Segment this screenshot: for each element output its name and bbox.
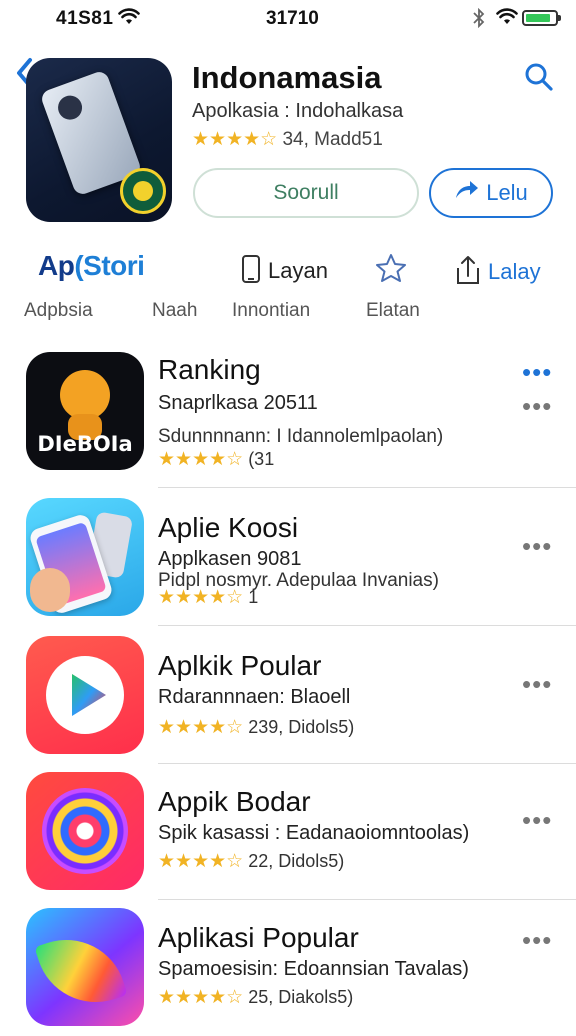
- list-item-description: Sdunnnnann: I Idannolemlpaolan): [158, 426, 444, 447]
- star-rating-icon: ★★★★☆: [158, 987, 244, 1008]
- list-item-title: Aplie Koosi: [158, 512, 299, 543]
- list-item[interactable]: Aplikasi Popular Spamoesisin: Edoannsian…: [0, 900, 576, 1036]
- app-title: Indonamasia: [192, 60, 382, 95]
- tab-bar: Ap(Stori Layan Lalay: [0, 244, 576, 292]
- subtab-item[interactable]: Naah: [152, 300, 197, 322]
- star-rating-icon: ★★★★☆: [158, 851, 244, 872]
- star-outline-icon: [374, 254, 408, 288]
- colorful-leaf-icon: [34, 924, 128, 1018]
- app-rating-text: 34, Madd51: [282, 129, 383, 150]
- app-icon[interactable]: [26, 636, 144, 754]
- list-item-subtitle: Snaprlkasa 20511: [158, 392, 318, 414]
- app-icon[interactable]: [26, 58, 172, 222]
- app-icon[interactable]: [26, 908, 144, 1026]
- list-item-title: Aplikasi Popular: [158, 922, 359, 953]
- app-icon[interactable]: [26, 498, 144, 616]
- app-subtitle: Apolkasia : Indohalkasa: [192, 100, 404, 122]
- list-item-title: Appik Bodar: [158, 786, 311, 817]
- list-item-subtitle: Applkasen 9081: [158, 548, 302, 570]
- share-button-label: Lelu: [486, 180, 528, 205]
- star-rating-icon: ★★★★☆: [192, 129, 278, 150]
- search-icon[interactable]: [524, 62, 554, 97]
- badge-seal-icon: [120, 168, 166, 214]
- divider: [158, 487, 576, 488]
- share-icon: [454, 254, 482, 292]
- list-item-rating: ★★★★☆ (31: [158, 449, 275, 470]
- primary-button[interactable]: Soorull: [193, 168, 419, 218]
- more-options-icon-secondary[interactable]: •••: [522, 393, 552, 419]
- wifi-icon: [118, 8, 140, 31]
- list-item[interactable]: Appik Bodar Spik kasassi : Eadanaoiomnto…: [0, 764, 576, 900]
- list-item-subtitle: Rdarannnaen: Blaoell: [158, 686, 351, 708]
- battery-icon: [522, 10, 561, 26]
- star-rating-icon: ★★★★☆: [158, 587, 244, 608]
- list-item[interactable]: DIeBOIa Ranking Snaprlkasa 20511 Sdunnnn…: [0, 352, 576, 488]
- subtab-item[interactable]: Elatan: [366, 300, 420, 322]
- status-time-center: 31710: [266, 8, 319, 29]
- app-icon[interactable]: DIeBOIa: [26, 352, 144, 470]
- bluetooth-icon: [472, 7, 486, 33]
- list-item-rating: ★★★★☆ 239, Didols5): [158, 717, 355, 738]
- list-item[interactable]: Aplie Koosi Applkasen 9081 Pidpl nosmyr.…: [0, 490, 576, 626]
- play-circle: [46, 656, 124, 734]
- tab-lalay[interactable]: Lalay: [454, 254, 541, 292]
- more-options-icon[interactable]: •••: [522, 359, 552, 385]
- subtab-item[interactable]: Adpbsia: [24, 300, 93, 322]
- list-item-rating: ★★★★☆ 25, Diakols5): [158, 987, 354, 1008]
- play-triangle-icon: [72, 674, 106, 716]
- list-item[interactable]: Aplkik Poular Rdarannnaen: Blaoell ★★★★☆…: [0, 628, 576, 764]
- list-item-title: Ranking: [158, 354, 261, 385]
- list-item-subtitle: Spamoesisin: Edoannsian Tavalas): [158, 958, 469, 980]
- status-time-left: 41S81: [56, 8, 114, 29]
- store-brand[interactable]: Ap(Stori: [38, 250, 145, 282]
- swirl-orb-icon: [42, 788, 128, 874]
- more-options-icon[interactable]: •••: [522, 807, 552, 833]
- more-options-icon[interactable]: •••: [522, 533, 552, 559]
- list-item-rating: ★★★★☆ 22, Didols5): [158, 851, 345, 872]
- star-rating-icon: ★★★★☆: [158, 449, 244, 470]
- app-icon[interactable]: [26, 772, 144, 890]
- subtab-bar: Adpbsia Naah Innontian Elatan: [0, 300, 576, 324]
- app-rating: ★★★★☆ 34, Madd51: [192, 128, 383, 151]
- divider: [158, 625, 576, 626]
- list-item-subtitle: Spik kasassi : Eadanaoiomntoolas): [158, 822, 470, 844]
- phone-outline-icon: [240, 254, 262, 290]
- subtab-item[interactable]: Innontian: [232, 300, 310, 322]
- icon-wordmark: DIeBOIa: [37, 432, 133, 456]
- share-button[interactable]: Lelu: [429, 168, 553, 218]
- list-item-title: Aplkik Poular: [158, 650, 322, 681]
- tab-favorites[interactable]: [374, 252, 408, 289]
- status-bar: 41S81 31710: [0, 0, 576, 36]
- wifi-icon-right: [496, 8, 518, 31]
- tab-layan[interactable]: Layan: [240, 254, 328, 290]
- star-rating-icon: ★★★★☆: [158, 717, 244, 738]
- mascot-icon: [60, 370, 110, 440]
- share-arrow-icon: [454, 170, 480, 216]
- hand-illustration: [30, 568, 70, 612]
- more-options-icon[interactable]: •••: [522, 671, 552, 697]
- more-options-icon[interactable]: •••: [522, 927, 552, 953]
- list-item-rating: ★★★★☆ 1: [158, 587, 259, 608]
